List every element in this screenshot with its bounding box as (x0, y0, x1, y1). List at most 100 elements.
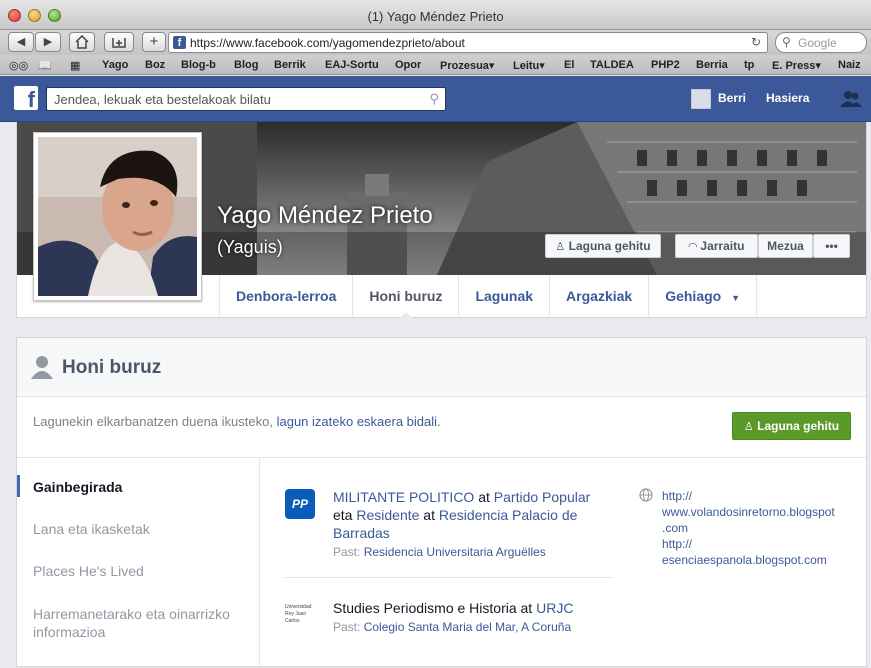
profile-alternate-name: (Yaguis) (217, 237, 283, 257)
bookmark-item[interactable]: Naiz (838, 59, 861, 71)
past-work-link[interactable]: Residencia Universitaria Arguëlles (364, 545, 546, 559)
bookmark-item[interactable]: Boz (145, 59, 165, 71)
work-organization-link[interactable]: Residencia Palacio de (439, 507, 578, 523)
more-options-button[interactable]: ••• (813, 234, 850, 258)
profile-picture (38, 137, 197, 296)
profile-picture-frame[interactable] (33, 132, 202, 301)
user-avatar[interactable] (691, 89, 711, 109)
work-organization-link[interactable]: Barradas (333, 525, 390, 541)
home-link[interactable]: Hasiera (766, 91, 809, 105)
add-bookmark-icon (112, 38, 126, 48)
website-link[interactable]: .com (662, 520, 835, 536)
new-tab-button[interactable]: + (142, 32, 166, 52)
past-school-link[interactable]: Colegio Santa Maria del Mar, A Coruña (364, 620, 571, 634)
about-section-title: Honi buruz (62, 357, 162, 378)
bookmark-item[interactable]: Opor (395, 59, 421, 71)
address-bar-url: https://www.facebook.com/yagomendezpriet… (190, 36, 465, 50)
profile-header: Yago Méndez Prieto (Yaguis) ♙ Laguna geh… (16, 122, 867, 319)
follow-button[interactable]: ◠ Jarraitu (675, 234, 758, 258)
work-role-link[interactable]: MILITANTE POLITICO (333, 489, 474, 505)
top-sites-grid-icon[interactable]: ▦ (70, 59, 80, 72)
about-section: Honi buruz Lagunekin elkarbanatzen duena… (16, 337, 867, 668)
home-icon (75, 34, 89, 49)
globe-icon (639, 488, 653, 502)
school-link[interactable]: URJC (536, 600, 573, 616)
window-title: (1) Yago Méndez Prieto (367, 9, 504, 24)
bookmark-item[interactable]: EAJ-Sortu (325, 59, 379, 71)
facebook-favicon-icon: f (173, 36, 186, 49)
bookmark-item[interactable]: El (564, 59, 574, 71)
plus-icon: + (149, 33, 159, 50)
tab-more[interactable]: Gehiago ▼ (648, 275, 758, 318)
reading-glasses-icon[interactable]: ◎◎ (9, 59, 28, 72)
add-friend-green-button[interactable]: ♙ Laguna gehitu (732, 412, 851, 440)
website-link[interactable]: http:// (662, 536, 835, 552)
add-friend-icon: ♙ (555, 241, 566, 253)
profile-photo-image (38, 137, 197, 296)
facebook-search-input[interactable]: Jendea, lekuak eta bestelakoak bilatu ⚲ (46, 87, 446, 111)
forward-button[interactable]: ▶ (35, 32, 61, 52)
tab-friends[interactable]: Lagunak (458, 275, 549, 318)
user-name-link[interactable]: Berri (718, 91, 746, 105)
website-link[interactable]: esenciaespanola.blogspot.com (662, 552, 835, 568)
forward-arrow-icon: ▶ (43, 36, 53, 48)
browser-toolbar: ◀ ▶ + f https://www.facebook.com/yagomen… (0, 30, 871, 55)
bookmark-item[interactable]: Yago (102, 59, 128, 71)
person-icon (31, 356, 53, 379)
tab-about[interactable]: Honi buruz (352, 275, 458, 319)
bookmark-item[interactable]: Prozesua▾ (440, 59, 494, 72)
window-titlebar: (1) Yago Méndez Prieto (0, 0, 871, 30)
bookmark-item[interactable]: Blog (234, 59, 258, 71)
urjc-logo: Universidad Rey Juan Carlos (285, 604, 312, 624)
active-nav-indicator (17, 475, 20, 497)
work-entry: MILITANTE POLITICO at Partido Popular et… (333, 489, 591, 559)
message-button[interactable]: Mezua (758, 234, 813, 258)
education-entry: Studies Periodismo e Historia at URJC Pa… (333, 600, 574, 634)
bookmarks-book-icon[interactable]: 📖 (38, 59, 52, 72)
browser-search-input[interactable]: ⚲ Google (775, 32, 867, 53)
partido-popular-logo: PP (285, 489, 315, 519)
website-link[interactable]: www.volandosinretorno.blogspot (662, 504, 835, 520)
add-friend-icon: ♙ (743, 421, 754, 433)
bookmark-item[interactable]: Blog-b (181, 59, 216, 71)
bookmark-item[interactable]: PHP2 (651, 59, 680, 71)
profile-tabs: Denbora-lerroa Honi buruz Lagunak Argazk… (219, 275, 758, 319)
search-icon: ⚲ (429, 91, 439, 106)
home-button[interactable] (69, 32, 95, 52)
chevron-down-icon: ▼ (731, 293, 741, 303)
work-role-link[interactable]: Residente (356, 507, 419, 523)
bookmark-item[interactable]: TALDEA (590, 59, 634, 71)
add-friend-button[interactable]: ♙ Laguna gehitu (545, 234, 661, 258)
tab-timeline[interactable]: Denbora-lerroa (219, 275, 352, 318)
reload-icon[interactable]: ↻ (751, 35, 761, 49)
entry-separator (284, 577, 613, 578)
nav-item-places-lived[interactable]: Places He's Lived (33, 563, 144, 579)
bookmark-item[interactable]: tp (744, 59, 754, 71)
nav-item-work-education[interactable]: Lana eta ikasketak (33, 521, 150, 537)
send-friend-request-link[interactable]: lagun izateko eskaera bidali. (277, 414, 441, 429)
rss-follow-icon: ◠ (688, 241, 698, 253)
friend-request-notice: Lagunekin elkarbanatzen duena ikusteko, … (33, 414, 441, 429)
address-bar[interactable]: f https://www.facebook.com/yagomendezpri… (168, 32, 768, 53)
work-organization-link[interactable]: Partido Popular (494, 489, 591, 505)
about-section-header: Honi buruz (17, 338, 866, 397)
website-link[interactable]: http:// (662, 488, 835, 504)
friend-requests-icon[interactable] (840, 90, 862, 108)
facebook-header: f Jendea, lekuak eta bestelakoak bilatu … (0, 76, 871, 122)
profile-name: Yago Méndez Prieto (217, 202, 433, 229)
active-tab-indicator (398, 312, 413, 319)
bookmark-item[interactable]: E. Press▾ (772, 59, 821, 72)
nav-item-overview[interactable]: Gainbegirada (33, 479, 122, 495)
tab-photos[interactable]: Argazkiak (549, 275, 648, 318)
bookmark-item[interactable]: Berria (696, 59, 728, 71)
bookmark-item[interactable]: Leitu▾ (513, 59, 545, 72)
back-button[interactable]: ◀ (8, 32, 34, 52)
search-icon: ⚲ (782, 35, 791, 49)
website-links: http:// www.volandosinretorno.blogspot .… (662, 488, 835, 568)
back-arrow-icon: ◀ (16, 36, 26, 48)
nav-item-contact-basic-info[interactable]: Harremanetarako eta oinarrizko informazi… (33, 605, 230, 641)
bookmarks-button[interactable] (104, 32, 134, 52)
bookmarks-bar: ◎◎ 📖 ▦ Yago Boz Blog-b Blog Berrik EAJ-S… (0, 55, 871, 75)
bookmark-item[interactable]: Berrik (274, 59, 306, 71)
facebook-logo-icon[interactable]: f (14, 86, 38, 110)
